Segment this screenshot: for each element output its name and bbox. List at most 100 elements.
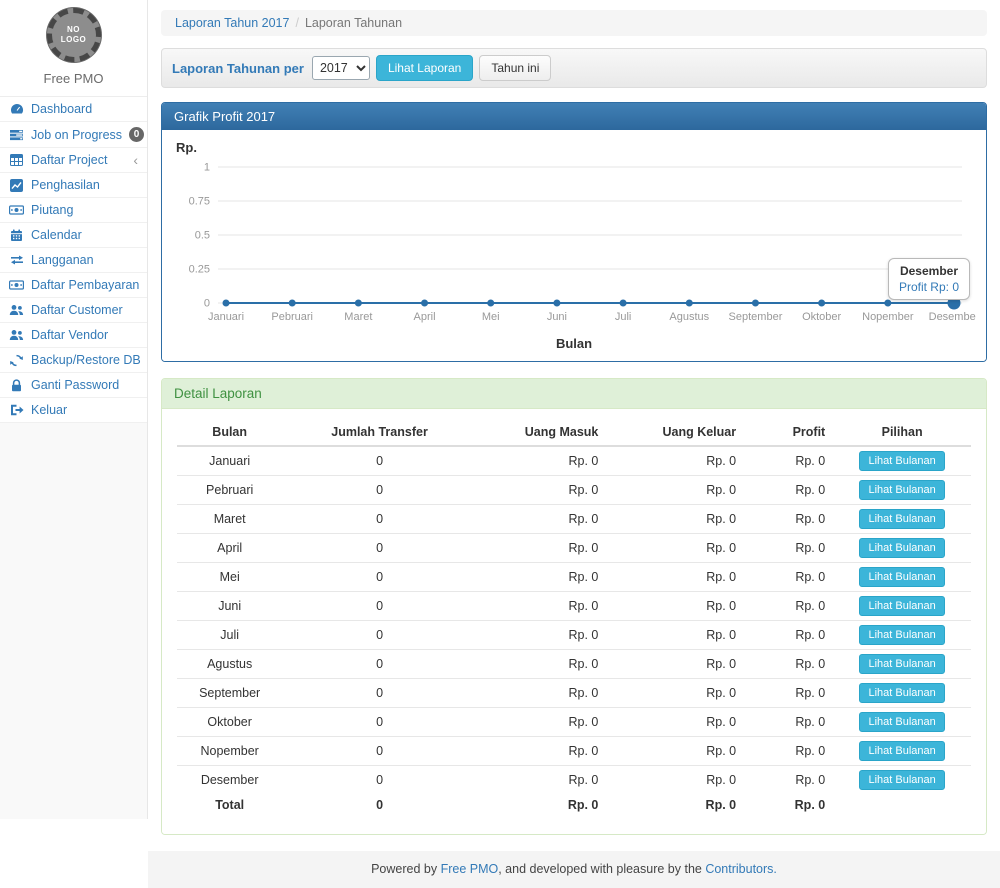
sidebar-item-daftar-project[interactable]: Daftar Project‹ bbox=[0, 148, 147, 173]
sidebar-item-daftar-vendor[interactable]: Daftar Vendor bbox=[0, 323, 147, 348]
detail-report-panel: Detail Laporan Bulan Jumlah Transfer Uan… bbox=[161, 378, 987, 835]
sidebar-item-daftar-pembayaran[interactable]: Daftar Pembayaran bbox=[0, 273, 147, 298]
cell-profit: Rp. 0 bbox=[744, 563, 833, 592]
breadcrumb-separator: / bbox=[295, 16, 298, 30]
sidebar-item-label: Backup/Restore DB bbox=[31, 353, 141, 367]
contributors-link[interactable]: Contributors. bbox=[705, 862, 777, 876]
breadcrumb-link[interactable]: Laporan Tahun 2017 bbox=[175, 16, 289, 30]
breadcrumb: Laporan Tahun 2017/Laporan Tahunan bbox=[161, 10, 987, 36]
cell-profit: Rp. 0 bbox=[744, 505, 833, 534]
sidebar-item-langganan[interactable]: Langganan bbox=[0, 248, 147, 273]
cell-bulan: Oktober bbox=[177, 708, 282, 737]
header-pilihan: Pilihan bbox=[833, 419, 971, 446]
cell-profit: Rp. 0 bbox=[744, 650, 833, 679]
detail-panel-body: Bulan Jumlah Transfer Uang Masuk Uang Ke… bbox=[162, 409, 986, 834]
sidebar-item-penghasilan[interactable]: Penghasilan bbox=[0, 173, 147, 198]
tahun-ini-button[interactable]: Tahun ini bbox=[479, 55, 551, 81]
cell-uang-masuk: Rp. 0 bbox=[477, 592, 607, 621]
cell-jumlah-transfer: 0 bbox=[282, 534, 476, 563]
cell-uang-masuk: Rp. 0 bbox=[477, 534, 607, 563]
header-bulan: Bulan bbox=[177, 419, 282, 446]
footer-text-prefix: Powered by bbox=[371, 862, 440, 876]
lihat-bulanan-button[interactable]: Lihat Bulanan bbox=[859, 509, 944, 529]
y-tick-label: 1 bbox=[204, 162, 210, 174]
x-category-label: Juli bbox=[615, 311, 632, 323]
cell-jumlah-transfer: 0 bbox=[282, 446, 476, 476]
cell-uang-masuk: Rp. 0 bbox=[477, 476, 607, 505]
lihat-bulanan-button[interactable]: Lihat Bulanan bbox=[859, 741, 944, 761]
money-icon bbox=[9, 204, 24, 216]
data-point-mei[interactable] bbox=[487, 300, 494, 307]
cell-bulan: Mei bbox=[177, 563, 282, 592]
cell-uang-keluar: Rp. 0 bbox=[606, 592, 744, 621]
cell-jumlah-transfer: 0 bbox=[282, 621, 476, 650]
cell-profit: Rp. 0 bbox=[744, 766, 833, 795]
no-logo-badge: NO LOGO bbox=[47, 8, 101, 62]
lihat-bulanan-button[interactable]: Lihat Bulanan bbox=[859, 451, 944, 471]
data-point-oktober[interactable] bbox=[818, 300, 825, 307]
data-point-september[interactable] bbox=[752, 300, 759, 307]
sidebar-item-daftar-customer[interactable]: Daftar Customer bbox=[0, 298, 147, 323]
cell-uang-keluar: Rp. 0 bbox=[606, 766, 744, 795]
chart-body: Rp. 10.750.50.250JanuariPebruariMaretApr… bbox=[162, 130, 986, 361]
sidebar-item-job-on-progress[interactable]: Job on Progress 0 bbox=[0, 122, 147, 148]
lihat-bulanan-button[interactable]: Lihat Bulanan bbox=[859, 654, 944, 674]
cell-bulan: Pebruari bbox=[177, 476, 282, 505]
data-point-juni[interactable] bbox=[553, 300, 560, 307]
sidebar-item-label: Dashboard bbox=[31, 102, 138, 116]
cell-bulan: Desember bbox=[177, 766, 282, 795]
header-uang-keluar: Uang Keluar bbox=[606, 419, 744, 446]
lihat-bulanan-button[interactable]: Lihat Bulanan bbox=[859, 770, 944, 790]
sidebar-item-backup-restore-db[interactable]: Backup/Restore DB bbox=[0, 348, 147, 373]
cell-uang-keluar: Rp. 0 bbox=[606, 650, 744, 679]
data-point-agustus[interactable] bbox=[686, 300, 693, 307]
x-category-label: Desember bbox=[929, 311, 976, 323]
cell-uang-masuk: Rp. 0 bbox=[477, 650, 607, 679]
cell-uang-masuk: Rp. 0 bbox=[477, 737, 607, 766]
year-select[interactable]: 2017 bbox=[312, 56, 370, 80]
sidebar-item-label: Job on Progress bbox=[31, 128, 122, 142]
header-profit: Profit bbox=[744, 419, 833, 446]
cell-uang-keluar: Rp. 0 bbox=[606, 679, 744, 708]
lihat-bulanan-button[interactable]: Lihat Bulanan bbox=[859, 683, 944, 703]
sign-out-icon bbox=[9, 404, 24, 416]
free-pmo-link[interactable]: Free PMO bbox=[441, 862, 499, 876]
data-point-pebruari[interactable] bbox=[289, 300, 296, 307]
sidebar-item-label: Daftar Customer bbox=[31, 303, 138, 317]
cell-jumlah-transfer: 0 bbox=[282, 476, 476, 505]
count-badge: 0 bbox=[129, 127, 144, 142]
lihat-bulanan-button[interactable]: Lihat Bulanan bbox=[859, 538, 944, 558]
profit-chart-panel: Grafik Profit 2017 Rp. 10.750.50.250Janu… bbox=[161, 102, 987, 362]
y-tick-label: 0.75 bbox=[189, 196, 210, 208]
x-category-label: September bbox=[729, 311, 783, 323]
lihat-bulanan-button[interactable]: Lihat Bulanan bbox=[859, 567, 944, 587]
cell-profit: Rp. 0 bbox=[744, 446, 833, 476]
data-point-april[interactable] bbox=[421, 300, 428, 307]
sidebar-item-label: Daftar Vendor bbox=[31, 328, 138, 342]
sidebar-item-piutang[interactable]: Piutang bbox=[0, 198, 147, 223]
sidebar-item-dashboard[interactable]: Dashboard bbox=[0, 97, 147, 122]
cell-profit: Rp. 0 bbox=[744, 737, 833, 766]
lihat-bulanan-button[interactable]: Lihat Bulanan bbox=[859, 712, 944, 732]
data-point-nopember[interactable] bbox=[884, 300, 891, 307]
sidebar-item-calendar[interactable]: Calendar bbox=[0, 223, 147, 248]
lihat-bulanan-button[interactable]: Lihat Bulanan bbox=[859, 480, 944, 500]
sidebar-item-keluar[interactable]: Keluar bbox=[0, 398, 147, 423]
data-point-maret[interactable] bbox=[355, 300, 362, 307]
lihat-laporan-button[interactable]: Lihat Laporan bbox=[376, 55, 473, 81]
cell-uang-keluar: Rp. 0 bbox=[606, 534, 744, 563]
data-point-januari[interactable] bbox=[223, 300, 230, 307]
data-point-juli[interactable] bbox=[620, 300, 627, 307]
cell-bulan: Nopember bbox=[177, 737, 282, 766]
lihat-bulanan-button[interactable]: Lihat Bulanan bbox=[859, 596, 944, 616]
table-row: Pebruari0Rp. 0Rp. 0Rp. 0Lihat Bulanan bbox=[177, 476, 971, 505]
cell-bulan: Maret bbox=[177, 505, 282, 534]
users-icon bbox=[9, 329, 24, 341]
sidebar-item-label: Keluar bbox=[31, 403, 138, 417]
lihat-bulanan-button[interactable]: Lihat Bulanan bbox=[859, 625, 944, 645]
x-category-label: Agustus bbox=[669, 311, 709, 323]
cell-jumlah-transfer: 0 bbox=[282, 563, 476, 592]
sidebar-item-ganti-password[interactable]: Ganti Password bbox=[0, 373, 147, 398]
cell-profit: Rp. 0 bbox=[744, 708, 833, 737]
x-category-label: Maret bbox=[344, 311, 372, 323]
